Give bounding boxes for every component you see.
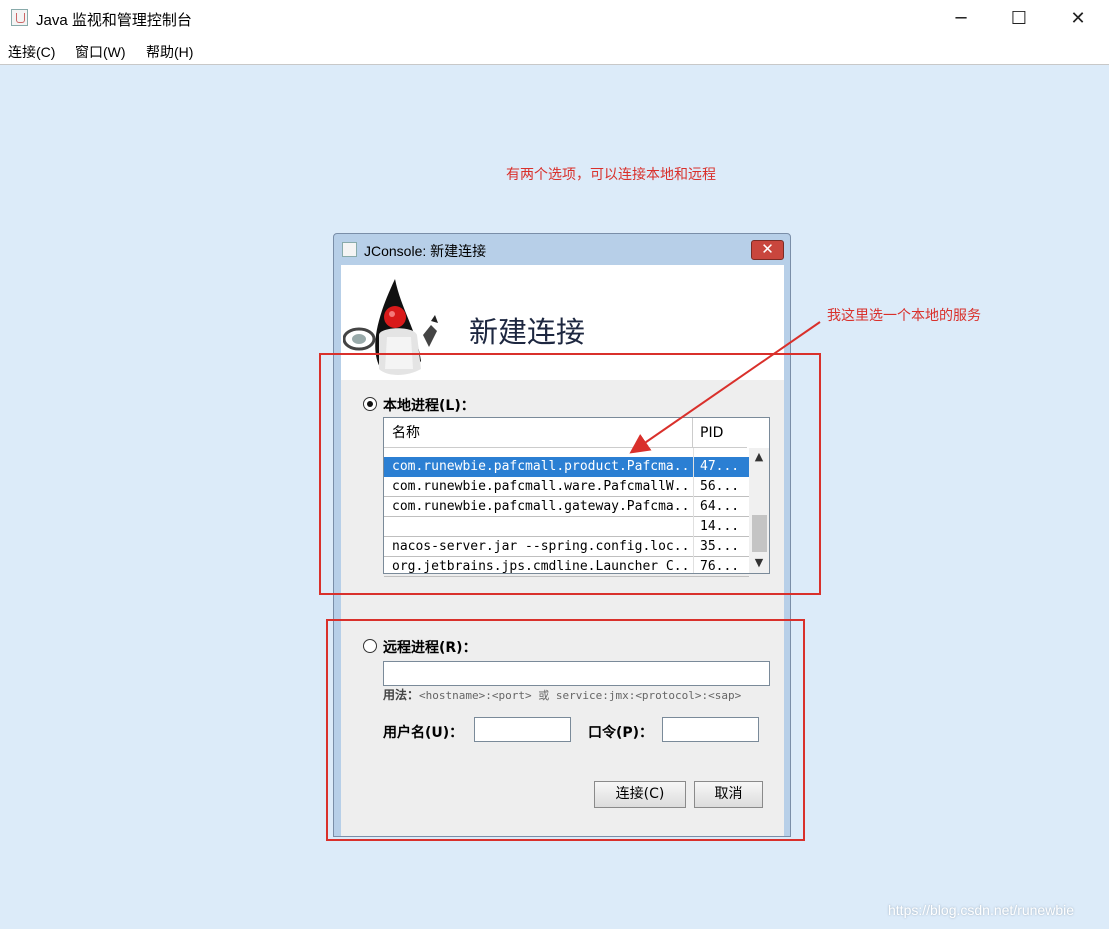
menu-window[interactable]: 窗口(W) (75, 42, 126, 62)
maximize-button[interactable]: ☐ (990, 0, 1048, 37)
dialog-close-button[interactable]: ✕ (751, 240, 784, 260)
dialog-title: JConsole: 新建连接 (364, 243, 487, 259)
banner-title: 新建连接 (469, 315, 586, 349)
menu-help[interactable]: 帮助(H) (146, 42, 193, 62)
menu-connect[interactable]: 连接(C) (8, 42, 55, 62)
highlight-local-box (319, 353, 821, 595)
window-titlebar: Java 监视和管理控制台 ─ ☐ ✕ (0, 0, 1109, 37)
menubar: 连接(C) 窗口(W) 帮助(H) (0, 37, 1109, 65)
window-title: Java 监视和管理控制台 (36, 12, 192, 29)
annotation-top: 有两个选项，可以连接本地和远程 (506, 167, 716, 183)
close-window-button[interactable]: ✕ (1049, 0, 1107, 37)
annotation-arrow-text: 我这里选一个本地的服务 (827, 308, 981, 324)
java-app-icon (11, 9, 28, 26)
highlight-remote-box (326, 619, 805, 841)
minimize-button[interactable]: ─ (932, 0, 990, 37)
watermark: https://blog.csdn.net/runewbie (888, 902, 1075, 918)
java-app-icon (342, 242, 357, 257)
